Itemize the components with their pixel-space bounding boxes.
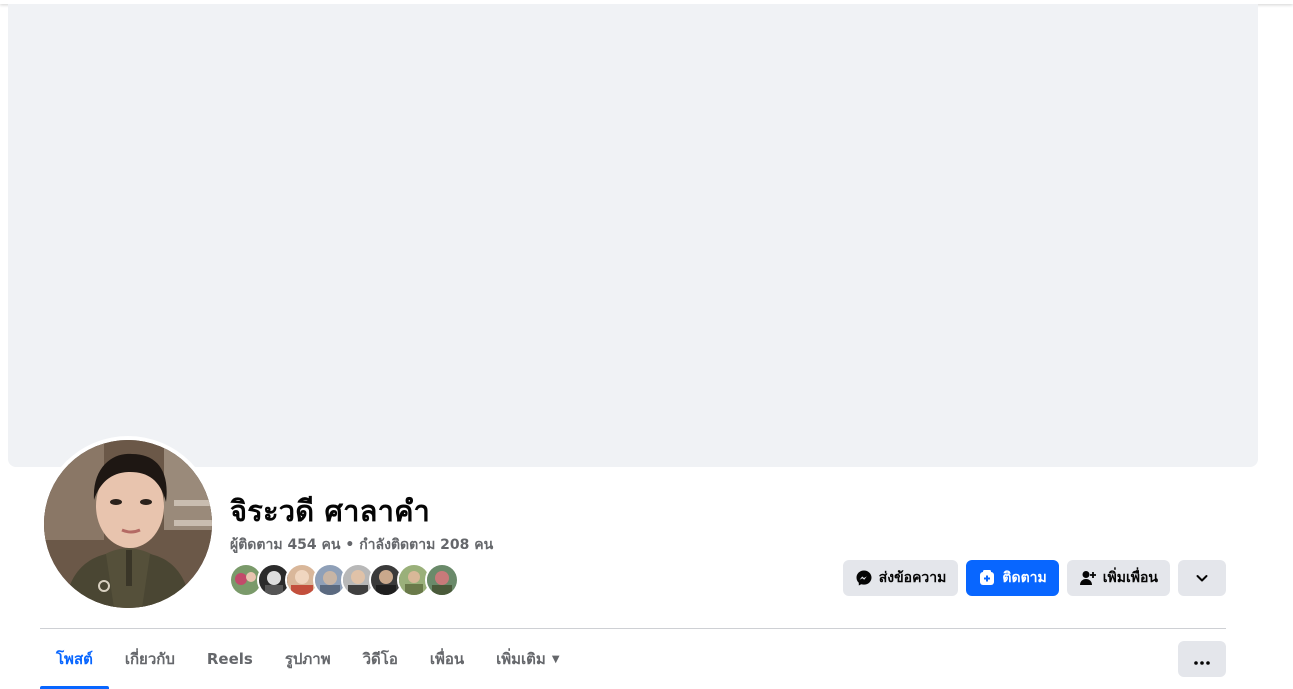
more-options-button[interactable] <box>1178 641 1226 677</box>
chevron-down-icon <box>1193 569 1211 587</box>
tab-label: โพสต์ <box>56 650 93 668</box>
following-count[interactable]: กำลังติดตาม 208 คน <box>359 537 493 553</box>
tab-posts[interactable]: โพสต์ <box>40 629 109 689</box>
message-button-label: ส่งข้อความ <box>878 570 947 586</box>
tab-label: รูปภาพ <box>284 650 331 668</box>
tab-friends[interactable]: เพื่อน <box>414 629 480 689</box>
follow-button[interactable]: ติดตาม <box>966 560 1059 596</box>
profile-name: จิระวดี ศาลาคำ <box>230 494 430 528</box>
cover-photo[interactable] <box>8 4 1258 467</box>
tab-about[interactable]: เกี่ยวกับ <box>109 629 191 689</box>
messenger-icon <box>855 569 873 587</box>
friend-avatar-image <box>427 565 457 595</box>
message-button[interactable]: ส่งข้อความ <box>842 560 959 596</box>
ellipsis-icon <box>1194 650 1210 669</box>
mutual-friends-avatars <box>229 563 459 597</box>
caret-down-icon: ▼ <box>551 653 560 665</box>
add-friend-button-label: เพิ่มเพื่อน <box>1102 570 1158 586</box>
followers-count[interactable]: ผู้ติดตาม 454 คน <box>230 537 340 553</box>
tab-label: เกี่ยวกับ <box>124 650 175 668</box>
friend-avatar[interactable] <box>425 563 459 597</box>
tab-label: เพื่อน <box>429 650 465 668</box>
add-friend-button[interactable]: เพิ่มเพื่อน <box>1066 560 1170 596</box>
follow-icon <box>978 569 996 587</box>
follow-button-label: ติดตาม <box>1002 570 1047 586</box>
follow-stats: ผู้ติดตาม 454 คน • กำลังติดตาม 208 คน <box>230 534 493 556</box>
stats-separator: • <box>345 537 355 553</box>
tab-more[interactable]: เพิ่มเติม ▼ <box>480 629 575 689</box>
profile-picture-frame <box>40 436 216 612</box>
tab-photos[interactable]: รูปภาพ <box>269 629 347 689</box>
add-friend-icon <box>1079 569 1097 587</box>
tab-reels[interactable]: Reels <box>191 629 269 689</box>
profile-options-dropdown-button[interactable] <box>1178 560 1226 596</box>
profile-photo-image <box>44 440 212 608</box>
profile-actions: ส่งข้อความ ติดตาม เพิ่มเพื่อน <box>842 560 1226 596</box>
tab-label: Reels <box>206 650 253 668</box>
profile-picture[interactable] <box>44 440 212 608</box>
tab-label: เพิ่มเติม <box>496 650 546 668</box>
tab-videos[interactable]: วิดีโอ <box>347 629 414 689</box>
tab-label: วิดีโอ <box>362 650 398 668</box>
profile-tabs: โพสต์ เกี่ยวกับ Reels รูปภาพ วิดีโอ เพื่… <box>40 629 576 689</box>
